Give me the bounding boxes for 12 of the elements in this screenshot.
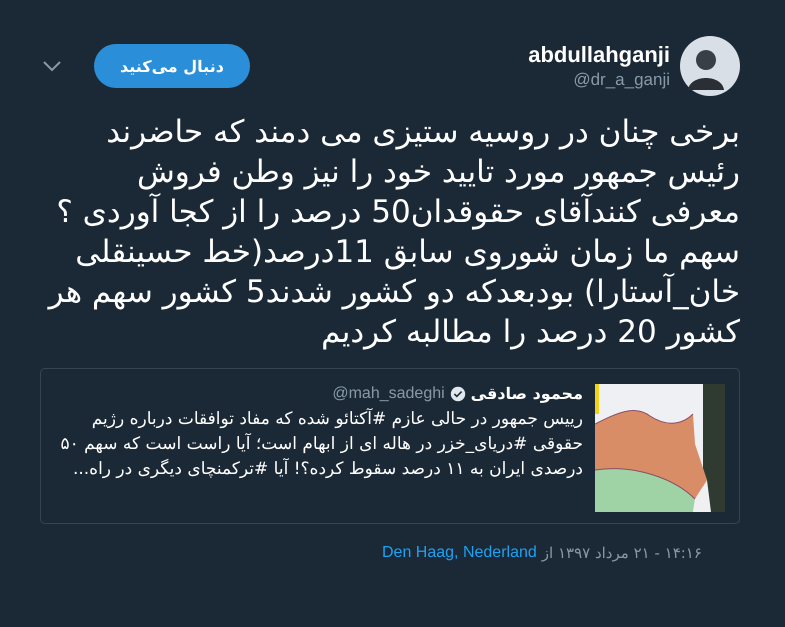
timestamp: ۱۴:۱۶ - ۲۱ مرداد ۱۳۹۷ از — [542, 544, 702, 562]
quoted-author-handle: @mah_sadeghi — [332, 384, 445, 402]
tweet-text: برخی چنان در روسیه ستیزی می دمند که حاضرند رئیس جمهور مورد تایید خود را نیز وطن فروش معرفی کنندآقای حقوقدان50 درصد را از کجا آوردی ؟سهم ما زمان شوروی سابق 11درصد(خط حسینقلی خان_آستارا) بودبعدکه دو کشور شدند5 کشور سهم هر کشور 20 درصد را مطالبه کردیم — [46, 113, 740, 352]
location-link[interactable]: Den Haag, Nederland — [382, 544, 537, 562]
quoted-tweet-card[interactable] — [40, 368, 740, 524]
quoted-author-name: محمود صادقی — [470, 384, 583, 403]
avatar-icon[interactable] — [680, 36, 740, 96]
author-name[interactable]: abdullahganji — [528, 42, 670, 68]
chevron-down-icon[interactable] — [42, 60, 62, 72]
author-handle: @dr_a_ganji — [573, 70, 670, 90]
following-button[interactable]: دنبال می‌کنید — [94, 44, 250, 88]
quoted-tweet-text: رییس جمهور در حالی عازم #آکتائو شده که مفاد توافقات درباره رژیم حقوقی #دریای_خزر در هاله ای از ابهام است؛ آیا راست است که سهم ۵۰ درصدی ایران به ۱۱ درصد سقوط کرده؟! آیا #ترکمنچای دیگری در راه... — [59, 407, 583, 481]
